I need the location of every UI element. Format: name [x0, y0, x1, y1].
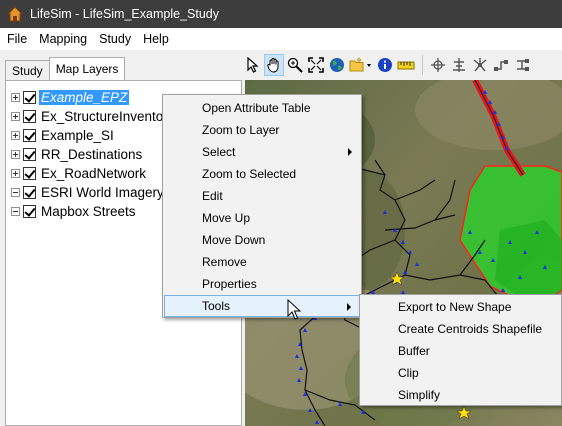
layer-row-road-network[interactable]: Ex_RoadNetwork — [11, 164, 148, 182]
layer-visibility-checkbox[interactable] — [23, 128, 36, 142]
menu-clip[interactable]: Clip — [361, 362, 561, 384]
menu-mapping[interactable]: Mapping — [34, 32, 92, 46]
menu-zoom-to-selected[interactable]: Zoom to Selected — [164, 163, 360, 185]
window-title: LifeSim - LifeSim_Example_Study — [30, 7, 219, 21]
submenu-arrow-icon — [347, 303, 351, 311]
layer-row-mapbox-streets[interactable]: Mapbox Streets — [11, 202, 138, 220]
layer-visibility-checkbox[interactable] — [23, 204, 36, 218]
flow-icon[interactable] — [449, 54, 469, 76]
layer-label[interactable]: Example_EPZ — [39, 89, 130, 105]
layer-visibility-checkbox[interactable] — [23, 109, 36, 123]
tools-submenu: Export to New Shape Create Centroids Sha… — [359, 294, 562, 406]
menu-study[interactable]: Study — [94, 32, 136, 46]
menu-select[interactable]: Select — [164, 141, 360, 163]
expand-toggle-icon[interactable] — [11, 111, 20, 121]
menu-help[interactable]: Help — [138, 32, 174, 46]
expand-toggle-icon[interactable] — [11, 149, 20, 159]
layer-label[interactable]: Mapbox Streets — [39, 204, 138, 219]
layer-row-structure-inventory[interactable]: Ex_StructureInventory — [11, 107, 177, 125]
crosshair-icon[interactable] — [428, 54, 448, 76]
menu-remove[interactable]: Remove — [164, 251, 360, 273]
layer-label[interactable]: Example_SI — [39, 128, 116, 143]
network-icon[interactable] — [512, 54, 532, 76]
menu-buffer[interactable]: Buffer — [361, 340, 561, 362]
layer-label[interactable]: RR_Destinations — [39, 147, 144, 162]
menu-move-up[interactable]: Move Up — [164, 207, 360, 229]
collapse-toggle-icon[interactable] — [11, 206, 20, 216]
info-icon[interactable] — [375, 54, 395, 76]
menu-zoom-to-layer[interactable]: Zoom to Layer — [164, 119, 360, 141]
map-toolbar — [243, 53, 533, 77]
zoom-in-icon[interactable] — [285, 54, 305, 76]
menu-create-centroids-shapefile[interactable]: Create Centroids Shapefile — [361, 318, 561, 340]
menu-edit[interactable]: Edit — [164, 185, 360, 207]
mouse-pointer-icon — [287, 299, 301, 320]
route-icon[interactable] — [491, 54, 511, 76]
menu-simplify[interactable]: Simplify — [361, 384, 561, 406]
layer-row-esri-world-imagery[interactable]: ESRI World Imagery — [11, 183, 166, 201]
tab-study[interactable]: Study — [5, 60, 50, 80]
tab-map-layers[interactable]: Map Layers — [48, 57, 126, 80]
layer-row-example-epz[interactable]: Example_EPZ — [11, 88, 130, 106]
add-layer-icon[interactable] — [348, 54, 374, 76]
toolbar-row: Study Map Layers — [0, 50, 562, 80]
zoom-extent-icon[interactable] — [306, 54, 326, 76]
expand-toggle-icon[interactable] — [11, 130, 20, 140]
menu-properties[interactable]: Properties — [164, 273, 360, 295]
layer-visibility-checkbox[interactable] — [23, 185, 36, 199]
menu-export-to-new-shape[interactable]: Export to New Shape — [361, 296, 561, 318]
layer-visibility-checkbox[interactable] — [23, 90, 36, 104]
pan-hand-icon[interactable] — [264, 54, 284, 76]
layer-label[interactable]: ESRI World Imagery — [39, 185, 166, 200]
layer-label[interactable]: Ex_StructureInventory — [39, 109, 177, 124]
layer-row-example-si[interactable]: Example_SI — [11, 126, 116, 144]
menu-tools[interactable]: Tools — [164, 295, 360, 317]
menu-bar: File Mapping Study Help — [0, 28, 562, 50]
menu-item-label: Tools — [202, 299, 231, 313]
collapse-toggle-icon[interactable] — [11, 187, 20, 197]
layer-row-rr-destinations[interactable]: RR_Destinations — [11, 145, 144, 163]
expand-toggle-icon[interactable] — [11, 92, 20, 102]
menu-open-attribute-table[interactable]: Open Attribute Table — [164, 97, 360, 119]
menu-move-down[interactable]: Move Down — [164, 229, 360, 251]
layer-visibility-checkbox[interactable] — [23, 166, 36, 180]
layer-context-menu: Open Attribute Table Zoom to Layer Selec… — [162, 94, 362, 318]
layer-label[interactable]: Ex_RoadNetwork — [39, 166, 148, 181]
menu-item-label: Select — [202, 145, 236, 159]
submenu-arrow-icon — [348, 148, 352, 156]
panel-tabs: Study Map Layers — [5, 57, 126, 80]
toolbar-separator — [422, 55, 423, 75]
expand-toggle-icon[interactable] — [11, 168, 20, 178]
title-bar: LifeSim - LifeSim_Example_Study — [0, 0, 562, 28]
measure-ruler-icon[interactable] — [396, 54, 416, 76]
app-house-icon — [7, 6, 23, 22]
menu-file[interactable]: File — [2, 32, 32, 46]
layer-visibility-checkbox[interactable] — [23, 147, 36, 161]
burst-icon[interactable] — [470, 54, 490, 76]
select-arrow-icon[interactable] — [243, 54, 263, 76]
globe-icon[interactable] — [327, 54, 347, 76]
